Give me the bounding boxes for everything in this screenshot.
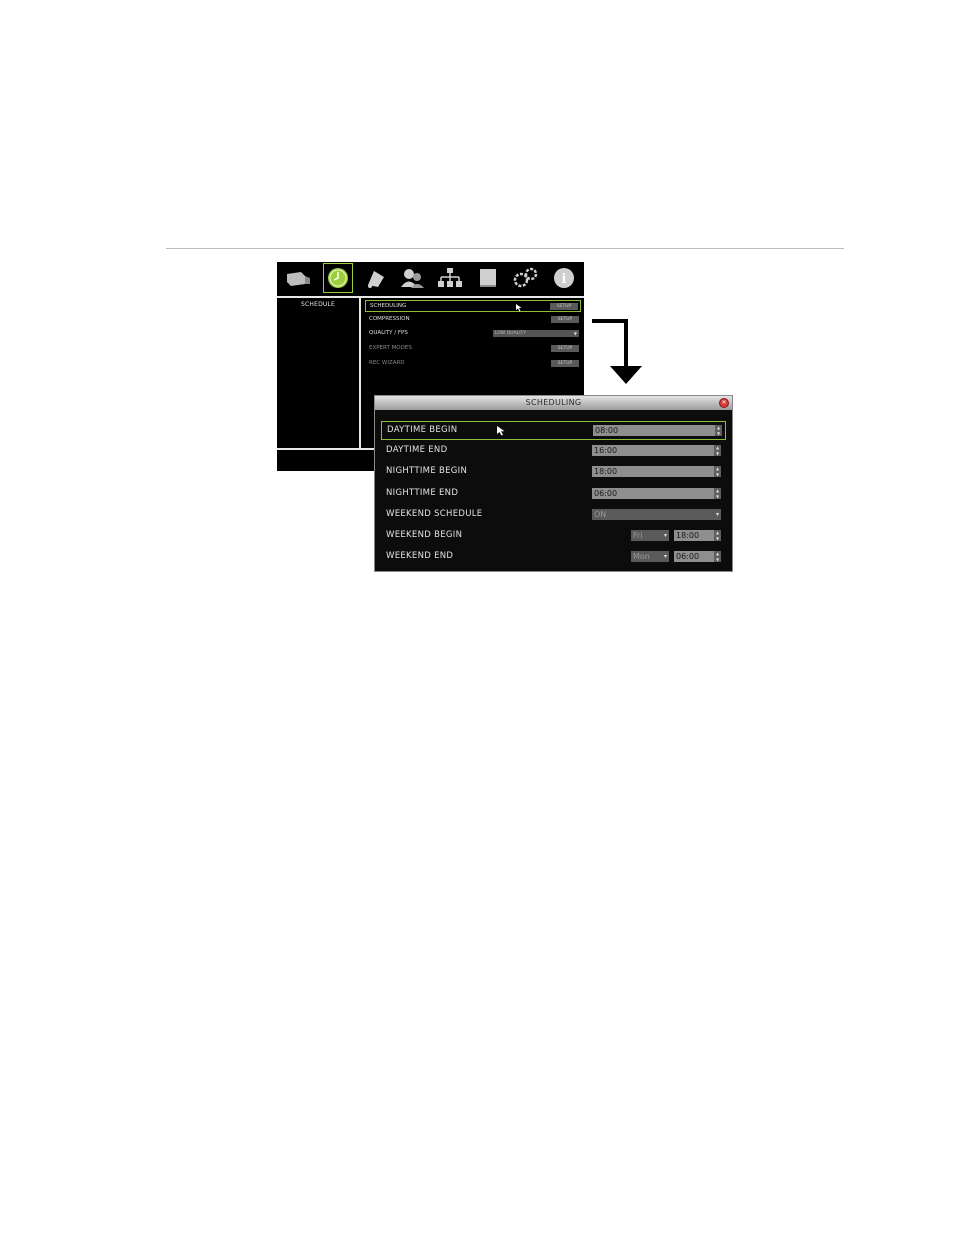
weekend-end-time-field[interactable]: 06:00 ▲ ▼ <box>674 551 721 562</box>
menu-left-column: SCHEDULE <box>277 298 359 448</box>
row-label: DAYTIME BEGIN <box>387 425 458 435</box>
nighttime-begin-time-field[interactable]: 18:00 ▲ ▼ <box>592 466 721 477</box>
row-label: WEEKEND SCHEDULE <box>386 509 483 519</box>
column-divider <box>359 298 361 448</box>
menu-item-compression[interactable]: COMPRESSION SETUP <box>365 314 581 326</box>
row-nighttime-end[interactable]: NIGHTTIME END 06:00 ▲ ▼ <box>381 485 726 504</box>
time-value: 18:00 <box>594 467 618 476</box>
close-icon[interactable]: ✕ <box>719 398 729 408</box>
spinner-arrows-icon[interactable]: ▲ ▼ <box>714 488 721 499</box>
menu-item-label: EXPERT MODES <box>369 345 412 351</box>
menu-item-label: REC WIZARD <box>369 360 405 366</box>
row-nighttime-begin[interactable]: NIGHTTIME BEGIN 18:00 ▲ ▼ <box>381 463 726 482</box>
menu-item-quality-fps[interactable]: QUALITY / FPS LOW QUALITY ▼ <box>365 328 581 340</box>
menu-item-label: COMPRESSION <box>369 316 410 322</box>
chevron-down-icon: ▾ <box>663 532 667 539</box>
time-value: 08:00 <box>595 426 619 435</box>
row-label: WEEKEND END <box>386 551 454 561</box>
menu-item-label: QUALITY / FPS <box>369 330 408 336</box>
chevron-down-icon: ▾ <box>663 553 667 560</box>
left-column-title: SCHEDULE <box>300 301 336 308</box>
users-icon[interactable] <box>399 265 425 291</box>
svg-text:i: i <box>562 272 567 287</box>
weekend-end-day-select[interactable]: Mon ▾ <box>631 551 669 562</box>
clock-icon[interactable] <box>323 263 353 293</box>
row-weekend-schedule[interactable]: WEEKEND SCHEDULE ON ▾ <box>381 506 726 525</box>
row-label: NIGHTTIME BEGIN <box>386 466 468 476</box>
mouse-cursor-icon <box>516 304 522 312</box>
network-icon[interactable] <box>437 265 463 291</box>
mouse-cursor-icon <box>497 426 505 436</box>
row-label: NIGHTTIME END <box>386 488 459 498</box>
menu-item-scheduling[interactable]: SCHEDULING SETUP <box>365 300 581 312</box>
section-rule <box>166 248 844 249</box>
camera-icon[interactable] <box>285 265 311 291</box>
quality-select-value: LOW QUALITY <box>495 331 527 336</box>
spinner-arrows-icon[interactable]: ▲ ▼ <box>714 445 721 456</box>
spinner-arrows-icon[interactable]: ▲ ▼ <box>714 551 721 562</box>
weekend-begin-day-select[interactable]: Fri ▾ <box>631 530 669 541</box>
arrow-down-icon <box>592 319 642 384</box>
info-icon[interactable]: i <box>551 265 577 291</box>
row-daytime-begin[interactable]: DAYTIME BEGIN 08:00 ▲ ▼ <box>381 421 726 440</box>
gears-icon[interactable] <box>513 265 539 291</box>
time-value: 06:00 <box>594 489 618 498</box>
rec-wizard-setup-button[interactable]: SETUP <box>551 360 579 367</box>
row-daytime-end[interactable]: DAYTIME END 16:00 ▲ ▼ <box>381 442 726 461</box>
chevron-down-icon: ▼ <box>573 331 577 336</box>
select-value: Fri <box>633 531 643 540</box>
scheduling-dialog: SCHEDULING ✕ DAYTIME BEGIN 08:00 ▲ ▼ DAYTI… <box>374 395 733 572</box>
time-value: 18:00 <box>676 531 700 540</box>
dialog-title: SCHEDULING <box>375 396 732 410</box>
row-label: WEEKEND BEGIN <box>386 530 463 540</box>
weekend-begin-time-field[interactable]: 18:00 ▲ ▼ <box>674 530 721 541</box>
row-weekend-end[interactable]: WEEKEND END Mon ▾ 06:00 ▲ ▼ <box>381 548 726 567</box>
expert-modes-setup-button[interactable]: SETUP <box>551 345 579 352</box>
bell-icon[interactable] <box>363 265 389 291</box>
quality-select[interactable]: LOW QUALITY ▼ <box>493 330 579 337</box>
spinner-arrows-icon[interactable]: ▲ ▼ <box>714 466 721 477</box>
daytime-end-time-field[interactable]: 16:00 ▲ ▼ <box>592 445 721 456</box>
time-value: 06:00 <box>676 552 700 561</box>
select-value: Mon <box>633 552 650 561</box>
compression-setup-button[interactable]: SETUP <box>551 316 579 323</box>
nighttime-end-time-field[interactable]: 06:00 ▲ ▼ <box>592 488 721 499</box>
menu-item-rec-wizard[interactable]: REC WIZARD SETUP <box>365 358 581 370</box>
select-value: ON <box>594 510 607 519</box>
time-value: 16:00 <box>594 446 618 455</box>
menu-toolbar: i <box>277 262 584 295</box>
daytime-begin-time-field[interactable]: 08:00 ▲ ▼ <box>593 425 722 436</box>
menu-item-label: SCHEDULING <box>370 303 407 309</box>
spinner-arrows-icon[interactable]: ▲ ▼ <box>714 530 721 541</box>
row-label: DAYTIME END <box>386 445 448 455</box>
weekend-schedule-select[interactable]: ON ▾ <box>592 509 721 520</box>
scheduling-setup-button[interactable]: SETUP <box>550 303 578 310</box>
row-weekend-begin[interactable]: WEEKEND BEGIN Fri ▾ 18:00 ▲ ▼ <box>381 527 726 546</box>
chevron-down-icon: ▾ <box>715 511 719 518</box>
menu-item-expert-modes[interactable]: EXPERT MODES SETUP <box>365 343 581 355</box>
spinner-arrows-icon[interactable]: ▲ ▼ <box>715 425 722 436</box>
monitor-icon[interactable] <box>475 265 501 291</box>
